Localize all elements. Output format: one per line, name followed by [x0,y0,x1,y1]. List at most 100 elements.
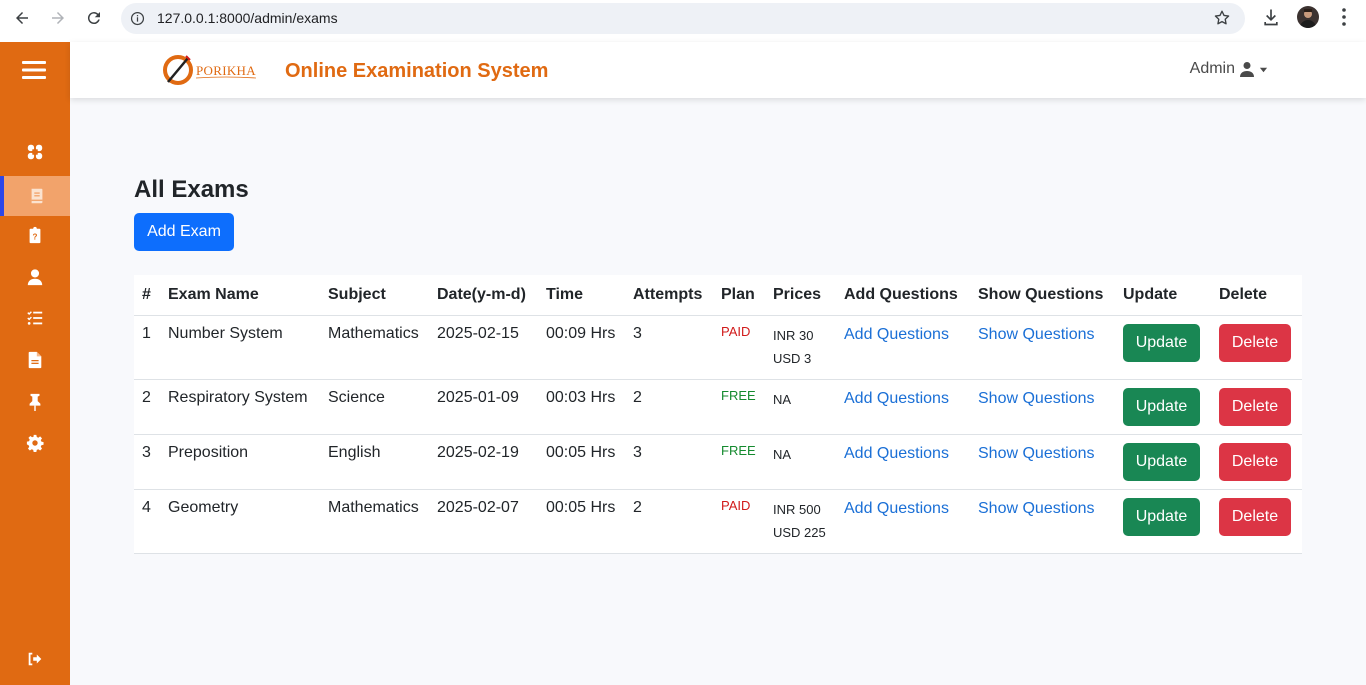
cell-update: Update [1115,434,1211,490]
sidebar-item-notices[interactable] [0,382,70,422]
address-bar[interactable]: 127.0.0.1:8000/admin/exams [121,3,1245,34]
cell-attempts: 3 [625,434,713,490]
sidebar-item-settings[interactable] [0,423,70,463]
logout-icon [28,652,42,666]
exams-table: # Exam Name Subject Date(y-m-d) Time Att… [134,275,1302,554]
user-icon [1240,62,1254,77]
show-questions-link[interactable]: Show Questions [978,380,1095,408]
update-button[interactable]: Update [1123,323,1200,362]
cell-time: 00:03 Hrs [538,379,625,435]
show-questions-link[interactable]: Show Questions [978,435,1095,463]
add-questions-link[interactable]: Add Questions [844,490,949,518]
sidebar-item-students[interactable] [0,257,70,297]
show-questions-link[interactable]: Show Questions [978,490,1095,518]
add-questions-link[interactable]: Add Questions [844,316,949,344]
kebab-menu-icon[interactable] [1336,7,1352,27]
cell-delete: Delete [1211,315,1302,380]
admin-label: Admin [1189,60,1235,77]
dashboard-icon [27,144,43,160]
cell-prices: NA [765,379,836,435]
hamburger-menu-icon[interactable] [22,60,46,80]
profile-avatar[interactable] [1297,6,1319,28]
cell-plan: FREE [713,434,765,490]
price-usd: USD 225 [773,524,826,540]
sidebar-item-reports[interactable] [0,340,70,380]
cell-prices: INR 500 USD 225 [765,489,836,554]
sidebar-item-logout[interactable] [0,639,70,679]
update-button[interactable]: Update [1123,497,1200,536]
cell-prices: NA [765,434,836,490]
cell-plan: PAID [713,489,765,554]
cell-update: Update [1115,489,1211,554]
cell-plan: FREE [713,379,765,435]
arrow-right-icon [52,12,64,24]
cell-exam-name: Preposition [160,434,320,490]
clipboard-question-icon: ? [29,226,41,244]
cell-date: 2025-02-19 [429,434,538,490]
list-check-icon [27,311,43,325]
sidebar-item-questions[interactable]: ? [0,215,70,255]
bookmark-star-icon[interactable] [1213,9,1231,27]
forward-button[interactable] [46,6,70,30]
file-icon [28,351,42,369]
avatar-icon [1300,9,1316,28]
cell-time: 00:09 Hrs [538,315,625,380]
info-icon[interactable] [130,11,145,26]
cell-update: Update [1115,379,1211,435]
url-text[interactable]: 127.0.0.1:8000/admin/exams [157,10,338,26]
cell-attempts: 3 [625,315,713,380]
price-inr: INR 500 [773,501,821,517]
thumbtack-icon [29,393,41,411]
delete-button[interactable]: Delete [1219,323,1291,362]
column-header-number: # [134,275,160,316]
reload-button[interactable] [82,6,106,30]
cell-date: 2025-02-07 [429,489,538,554]
cell-prices: INR 30 USD 3 [765,315,836,380]
cell-exam-name: Number System [160,315,320,380]
download-icon[interactable] [1261,7,1281,27]
column-header-add-questions: Add Questions [836,275,970,316]
delete-button[interactable]: Delete [1219,442,1291,481]
cell-exam-name: Geometry [160,489,320,554]
sidebar-item-results[interactable] [0,298,70,338]
column-header-delete: Delete [1211,275,1302,316]
book-icon [31,188,43,204]
table-row: 4 Geometry Mathematics 2025-02-07 00:05 … [134,489,1302,554]
add-exam-button[interactable]: Add Exam [134,213,234,251]
cell-plan: PAID [713,315,765,380]
cell-show-questions: Show Questions [970,379,1115,435]
cell-date: 2025-01-09 [429,379,538,435]
gear-icon [26,434,44,452]
cell-subject: Science [320,379,429,435]
column-header-date: Date(y-m-d) [429,275,538,316]
show-questions-link[interactable]: Show Questions [978,316,1095,344]
column-header-prices: Prices [765,275,836,316]
cell-date: 2025-02-15 [429,315,538,380]
cell-number: 1 [134,315,160,380]
update-button[interactable]: Update [1123,442,1200,481]
price-inr: INR 30 [773,327,814,343]
cell-subject: Mathematics [320,315,429,380]
admin-dropdown[interactable]: Admin [1190,60,1268,78]
cell-attempts: 2 [625,489,713,554]
cell-add-questions: Add Questions [836,434,970,490]
sidebar-item-exams[interactable] [0,176,70,216]
sidebar-item-dashboard[interactable] [0,132,70,172]
cell-subject: Mathematics [320,489,429,554]
cell-show-questions: Show Questions [970,489,1115,554]
table-header-row: # Exam Name Subject Date(y-m-d) Time Att… [134,275,1302,316]
add-questions-link[interactable]: Add Questions [844,380,949,408]
back-button[interactable] [10,6,34,30]
cell-subject: English [320,434,429,490]
update-button[interactable]: Update [1123,387,1200,426]
column-header-update: Update [1115,275,1211,316]
sidebar: ? [0,42,70,685]
column-header-attempts: Attempts [625,275,713,316]
top-navbar: PORIKHA Online Examination System Admin [70,42,1366,98]
cell-number: 4 [134,489,160,554]
cell-update: Update [1115,315,1211,380]
delete-button[interactable]: Delete [1219,387,1291,426]
delete-button[interactable]: Delete [1219,497,1291,536]
add-questions-link[interactable]: Add Questions [844,435,949,463]
cell-time: 00:05 Hrs [538,489,625,554]
